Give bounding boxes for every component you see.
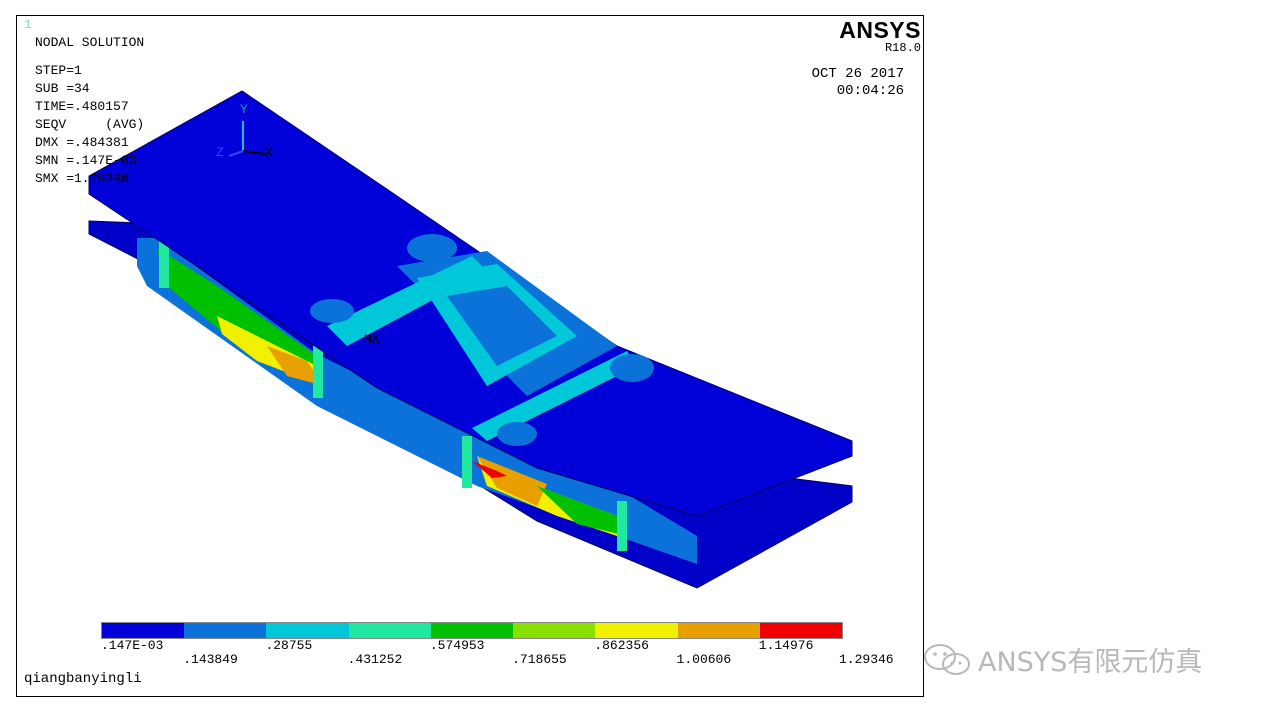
ansys-logo: ANSYS	[839, 17, 921, 43]
plot-time: 00:04:26	[836, 83, 904, 99]
legend-label: 1.14976	[758, 638, 814, 653]
top-blob-1	[407, 234, 457, 262]
info-sub: SUB =34	[35, 81, 90, 96]
wechat-icon	[924, 643, 970, 675]
contour-legend-bar	[101, 622, 843, 639]
legend-label: .147E-03	[101, 638, 164, 653]
info-step: STEP=1	[35, 63, 82, 78]
legend-segment	[266, 623, 349, 638]
info-smn: SMN =.147E-03	[35, 153, 137, 168]
top-blob-3	[497, 422, 537, 446]
stiffener-4	[617, 501, 627, 551]
ansys-release: R18.0	[884, 41, 921, 55]
top-blob-2	[610, 354, 654, 382]
legend-label: .862356	[594, 638, 649, 653]
legend-segment	[595, 623, 678, 638]
triad-x-label: X	[265, 145, 273, 160]
legend-label: 1.00606	[676, 652, 732, 667]
watermark-text: ANSYS有限元仿真	[978, 647, 1203, 678]
user-label: qiangbanyingli	[24, 671, 142, 687]
plot-title: NODAL SOLUTION	[35, 35, 145, 50]
legend-label: .431252	[347, 652, 403, 667]
plot-date: OCT 26 2017	[811, 66, 904, 82]
info-seqv: SEQV (AVG)	[35, 117, 145, 132]
watermark: ANSYS有限元仿真	[922, 640, 1202, 679]
legend-label: .718655	[512, 652, 567, 667]
graphics-window: 1 NODAL SOLUTION STEP=1 SUB =34 TIME=.48…	[16, 15, 924, 697]
top-blob-4	[310, 299, 354, 323]
legend-segment	[348, 623, 431, 638]
legend-segment	[759, 623, 842, 638]
legend-segment	[677, 623, 760, 638]
triad-z-label: Z	[216, 145, 224, 160]
info-smx: SMX =1.29346	[35, 171, 129, 186]
legend-label: .143849	[183, 652, 238, 667]
stiffener-2	[313, 346, 323, 398]
fea-model-view	[88, 90, 853, 589]
legend-segment	[430, 623, 514, 638]
legend-label: 1.29346	[839, 652, 894, 667]
legend-segment	[102, 623, 185, 638]
legend-segment	[513, 623, 596, 638]
stiffener-3	[462, 436, 472, 488]
triad-y-label: Y	[240, 102, 248, 117]
max-marker: MX	[364, 332, 380, 347]
info-time: TIME=.480157	[35, 99, 129, 114]
legend-segment	[184, 623, 267, 638]
legend-label: .28755	[265, 638, 313, 653]
info-dmx: DMX =.484381	[35, 135, 129, 150]
legend-label: .574953	[429, 638, 485, 653]
